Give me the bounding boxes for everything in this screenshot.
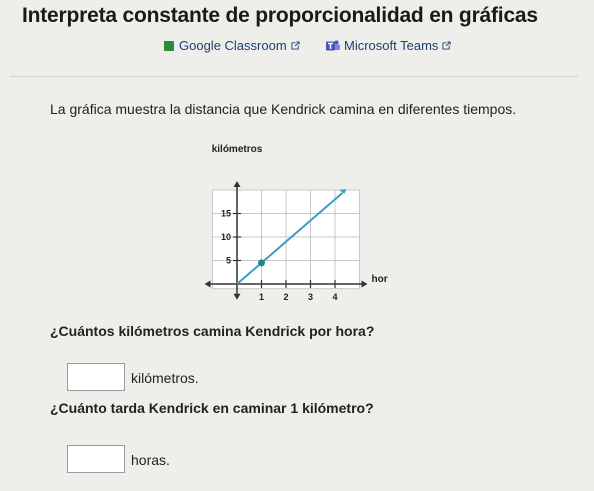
page-title: Interpreta constante de proporcionalidad… xyxy=(22,4,538,27)
y-axis-arrow xyxy=(233,181,241,187)
y-tick-label: 5 xyxy=(226,256,231,266)
answer-unit-1: kilómetros. xyxy=(131,370,199,386)
x-axis-label: horas xyxy=(372,274,389,285)
google-classroom-label: Google Classroom xyxy=(179,38,287,53)
question-2: ¿Cuánto tarda Kendrick en caminar 1 kiló… xyxy=(50,400,374,416)
answer-unit-2: horas. xyxy=(131,452,170,468)
section-divider xyxy=(10,76,578,77)
answer-input-1[interactable] xyxy=(67,363,125,391)
x-tick-label: 4 xyxy=(332,292,337,302)
y-axis-arrow-down xyxy=(233,293,241,300)
google-classroom-link[interactable]: Google Classroom xyxy=(164,38,300,53)
microsoft-teams-link[interactable]: Microsoft Teams xyxy=(326,38,451,53)
x-axis-arrow xyxy=(361,280,368,288)
x-tick-label: 3 xyxy=(308,292,313,302)
problem-statement: La gráfica muestra la distancia que Kend… xyxy=(50,101,517,117)
google-classroom-icon xyxy=(164,40,174,51)
external-link-icon xyxy=(442,41,451,50)
microsoft-teams-label: Microsoft Teams xyxy=(344,38,439,53)
y-axis-label: kilómetros xyxy=(212,144,263,155)
distance-time-graph: 1 2 3 4 5 10 15 kilómetros horas xyxy=(204,144,389,302)
x-axis-arrow-left xyxy=(204,280,211,288)
y-tick-label: 10 xyxy=(221,232,231,242)
question-1: ¿Cuántos kilómetros camina Kendrick por … xyxy=(50,323,375,339)
answer-input-2[interactable] xyxy=(67,445,125,473)
data-point xyxy=(258,259,265,267)
microsoft-teams-icon xyxy=(326,40,340,51)
external-link-icon xyxy=(291,41,300,50)
x-tick-label: 1 xyxy=(259,292,264,302)
share-links: Google Classroom Microsoft Teams xyxy=(0,38,594,58)
x-tick-label: 2 xyxy=(283,292,288,302)
y-tick-label: 15 xyxy=(221,209,231,219)
